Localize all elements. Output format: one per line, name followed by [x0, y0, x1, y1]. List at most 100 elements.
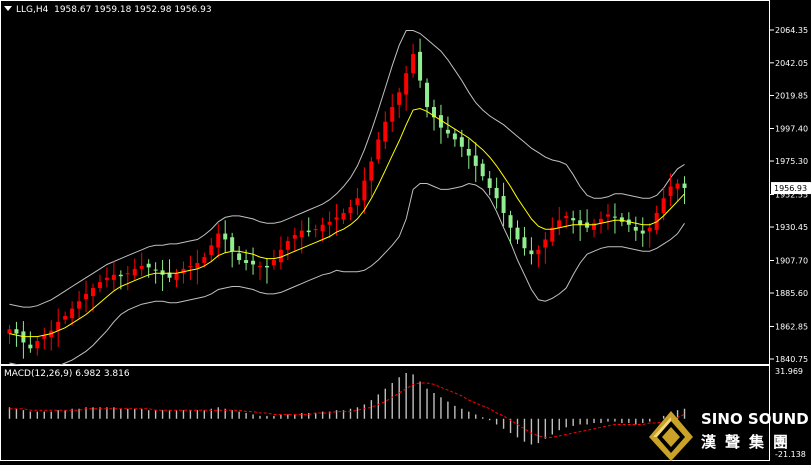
candle-bear: [118, 274, 123, 277]
candle-bear: [264, 265, 269, 268]
candle-bull: [97, 282, 102, 289]
candle-bear: [237, 253, 242, 261]
candle-bear: [612, 216, 617, 218]
candle-bear: [244, 260, 249, 263]
candle-bull: [35, 340, 40, 349]
candle-bull: [271, 260, 276, 266]
candle-bear: [619, 217, 624, 222]
candle-bear: [571, 218, 576, 221]
candle-bear: [146, 263, 151, 268]
candle-bear: [223, 233, 228, 240]
candle-bear: [425, 82, 430, 108]
macd-axis-top-label: 31.969: [775, 367, 803, 376]
candle-bear: [459, 137, 464, 147]
candle-bull: [56, 321, 61, 331]
price-tick-label: 1840.75: [775, 355, 808, 364]
candle-bull: [661, 198, 666, 213]
candle-bear: [522, 237, 527, 249]
candle-bear: [487, 178, 492, 188]
candle-bull: [334, 217, 339, 220]
candle-bull: [369, 161, 374, 181]
candle-bull: [320, 224, 325, 232]
candle-bull: [313, 229, 318, 231]
candle-bull: [174, 273, 179, 280]
candle-bull: [90, 288, 95, 297]
candle-bull: [411, 54, 416, 74]
candle-bear: [501, 196, 506, 213]
current-price-label: 1956.93: [774, 184, 807, 193]
candle-bear: [515, 227, 520, 240]
candle-bull: [550, 227, 555, 242]
candle-bull: [605, 214, 610, 217]
candle-bull: [202, 257, 207, 263]
candle-bull: [111, 274, 116, 280]
price-tick-label: 1907.70: [775, 256, 808, 265]
price-tick-label: 1930.45: [775, 223, 808, 232]
candle-bear: [682, 183, 687, 188]
candle-bear: [445, 129, 450, 134]
sino-sound-logo: SINO SOUND 漢聲集團: [645, 407, 811, 461]
candle-bull: [299, 230, 304, 238]
price-chart-panel[interactable]: 2064.35 2042.05 2019.85 1997.40 1975.30 1952.…: [0, 0, 811, 368]
candle-bull: [543, 239, 548, 248]
diamond-logo-icon: [649, 411, 693, 461]
candle-bull: [63, 315, 68, 320]
candle-bear: [529, 250, 534, 255]
logo-name-cn: 漢聲集團: [701, 433, 798, 451]
candle-bull: [397, 92, 402, 105]
candle-bear: [508, 215, 513, 228]
candle-bull: [675, 183, 680, 189]
candle-bear: [14, 329, 19, 334]
candle-bull: [188, 265, 193, 267]
macd-signal-line: [9, 382, 685, 438]
candle-bull: [355, 198, 360, 205]
price-tick-label: 1862.85: [775, 322, 808, 331]
price-tick-label: 2019.85: [775, 91, 808, 100]
macd-header: MACD(12,26,9) 6.982 3.816: [4, 369, 130, 379]
moving-average-line: [9, 107, 685, 338]
chart-header: LLG,H4 1958.67 1959.18 1952.98 1956.93: [4, 5, 212, 15]
upper-band-line: [9, 30, 685, 308]
candle-bull: [362, 180, 367, 201]
candle-bear: [480, 163, 485, 177]
logo-name-en: SINO SOUND: [701, 410, 809, 428]
candle-bull: [376, 139, 381, 160]
candle-bear: [633, 226, 638, 231]
candle-bull: [348, 207, 353, 213]
candle-bear: [640, 230, 645, 234]
chart-ohlc: 1958.67 1959.18 1952.98 1956.93: [54, 5, 212, 15]
lower-band-line: [9, 182, 685, 368]
price-tick-label: 2064.35: [775, 26, 808, 35]
candle-bull: [327, 221, 332, 225]
candle-bull: [139, 265, 144, 269]
candle-bull: [104, 277, 109, 280]
candle-bull: [536, 249, 541, 255]
candle-bull: [77, 301, 82, 309]
candle-bull: [7, 329, 12, 334]
candle-bear: [153, 269, 158, 271]
candle-bull: [292, 235, 297, 239]
candle-bull: [390, 107, 395, 122]
chart-symbol: LLG,H4: [16, 5, 49, 15]
collapse-triangle-icon[interactable]: [4, 6, 12, 11]
candle-bull: [70, 308, 75, 319]
price-tick-label: 1975.30: [775, 157, 808, 166]
candle-bear: [473, 155, 478, 166]
candle-bull: [668, 186, 673, 197]
candle-bull: [404, 73, 409, 95]
candle-bear: [230, 237, 235, 252]
candle-bull: [216, 233, 221, 248]
candle-bull: [564, 215, 569, 219]
candle-bear: [160, 270, 165, 275]
candle-bear: [306, 230, 311, 233]
candle-bear: [494, 187, 499, 199]
price-chart-svg[interactable]: 2064.352042.052019.851997.401975.301952.…: [0, 0, 811, 368]
candle-bear: [466, 148, 471, 156]
candle-bear: [452, 133, 457, 140]
candle-bull: [209, 245, 214, 255]
candle-bull: [84, 293, 89, 300]
candle-bear: [251, 260, 256, 265]
price-tick-label: 1885.60: [775, 289, 808, 298]
candle-bull: [285, 240, 290, 250]
candle-bull: [341, 212, 346, 220]
